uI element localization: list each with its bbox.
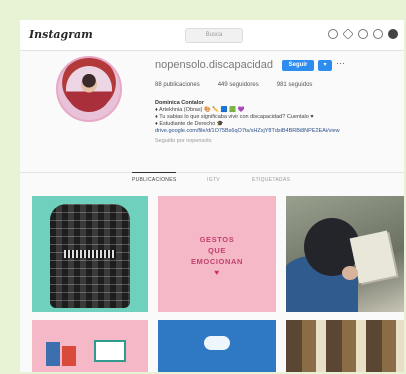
backpack-image	[50, 204, 130, 308]
instagram-logo[interactable]: Instagram	[29, 28, 93, 41]
follow-button[interactable]: Seguir	[282, 60, 314, 71]
gestos-line: EMOCIONAN ♥	[158, 256, 276, 278]
chevron-down-icon: ▾	[323, 62, 327, 68]
bio-line: ♦ Estudiante de Derecho 🎓	[155, 121, 224, 127]
nav-icons	[328, 28, 398, 40]
gestos-line: QUE	[207, 246, 227, 255]
following-count[interactable]: 981 seguidos	[277, 82, 313, 88]
heart-icon[interactable]	[373, 29, 383, 39]
backpack-zipper	[64, 250, 116, 258]
compass-icon[interactable]	[358, 29, 368, 39]
gestos-line: GESTOS	[199, 235, 235, 244]
search-input[interactable]: Busca	[185, 28, 243, 43]
bio-line: ♦ Artekhnia (Obras) 🎨 ✏️ 🟦 🟩 💜	[155, 107, 245, 113]
profile-stats: 88 publicaciones 449 seguidores 981 segu…	[155, 82, 312, 88]
explore-icon[interactable]	[342, 28, 354, 40]
profile-picture[interactable]	[56, 56, 122, 122]
suggestions-dropdown-button[interactable]: ▾	[318, 60, 332, 71]
tab-posts[interactable]: PUBLICACIONES	[132, 172, 177, 183]
person-hand	[342, 266, 358, 280]
profile-avatar-icon[interactable]	[388, 29, 398, 39]
bio-link[interactable]: drive.google.com/file/d/1O75Bs6qO7ts/sHZ…	[155, 128, 340, 135]
instagram-window: Instagram Busca nopensolo.discapacidad S…	[20, 20, 404, 372]
profile-tabs: PUBLICACIONES IGTV ETIQUETADAS	[20, 172, 404, 187]
post-thumbnail-illustration[interactable]	[32, 320, 148, 372]
home-icon[interactable]	[328, 29, 338, 39]
gestos-text: GESTOS QUE EMOCIONAN ♥	[158, 234, 276, 278]
followers-count[interactable]: 449 seguidores	[218, 82, 259, 88]
post-thumbnail-backpack[interactable]	[32, 196, 148, 312]
post-thumbnail-reading[interactable]	[286, 196, 404, 312]
tab-igtv[interactable]: IGTV	[207, 177, 220, 183]
post-thumbnail-gestos[interactable]: GESTOS QUE EMOCIONAN ♥	[158, 196, 276, 312]
profile-bio: Dominica Contalor ♦ Artekhnia (Obras) 🎨 …	[155, 100, 340, 145]
heart-icon: ♥	[214, 268, 220, 277]
profile-picture-image	[66, 66, 112, 112]
cloud-icon	[204, 336, 230, 350]
bio-line: ♦ Tu sabias lo que significaba vivir con…	[155, 114, 314, 120]
more-options-button[interactable]: ···	[336, 58, 345, 68]
followed-by-text[interactable]: Seguido por nopensolo	[155, 138, 340, 145]
book-illustration	[62, 346, 76, 366]
post-thumbnail-cloud[interactable]	[158, 320, 276, 372]
posts-count: 88 publicaciones	[155, 82, 200, 88]
cup-illustration	[46, 342, 60, 366]
tab-tagged[interactable]: ETIQUETADAS	[252, 177, 290, 183]
screen-illustration	[94, 340, 126, 362]
profile-username: nopensolo.discapacidad	[155, 59, 274, 71]
bio-name: Dominica Contalor	[155, 100, 204, 106]
top-navigation-bar: Instagram Busca	[20, 20, 404, 51]
post-thumbnail-bookshelf[interactable]	[286, 320, 404, 372]
